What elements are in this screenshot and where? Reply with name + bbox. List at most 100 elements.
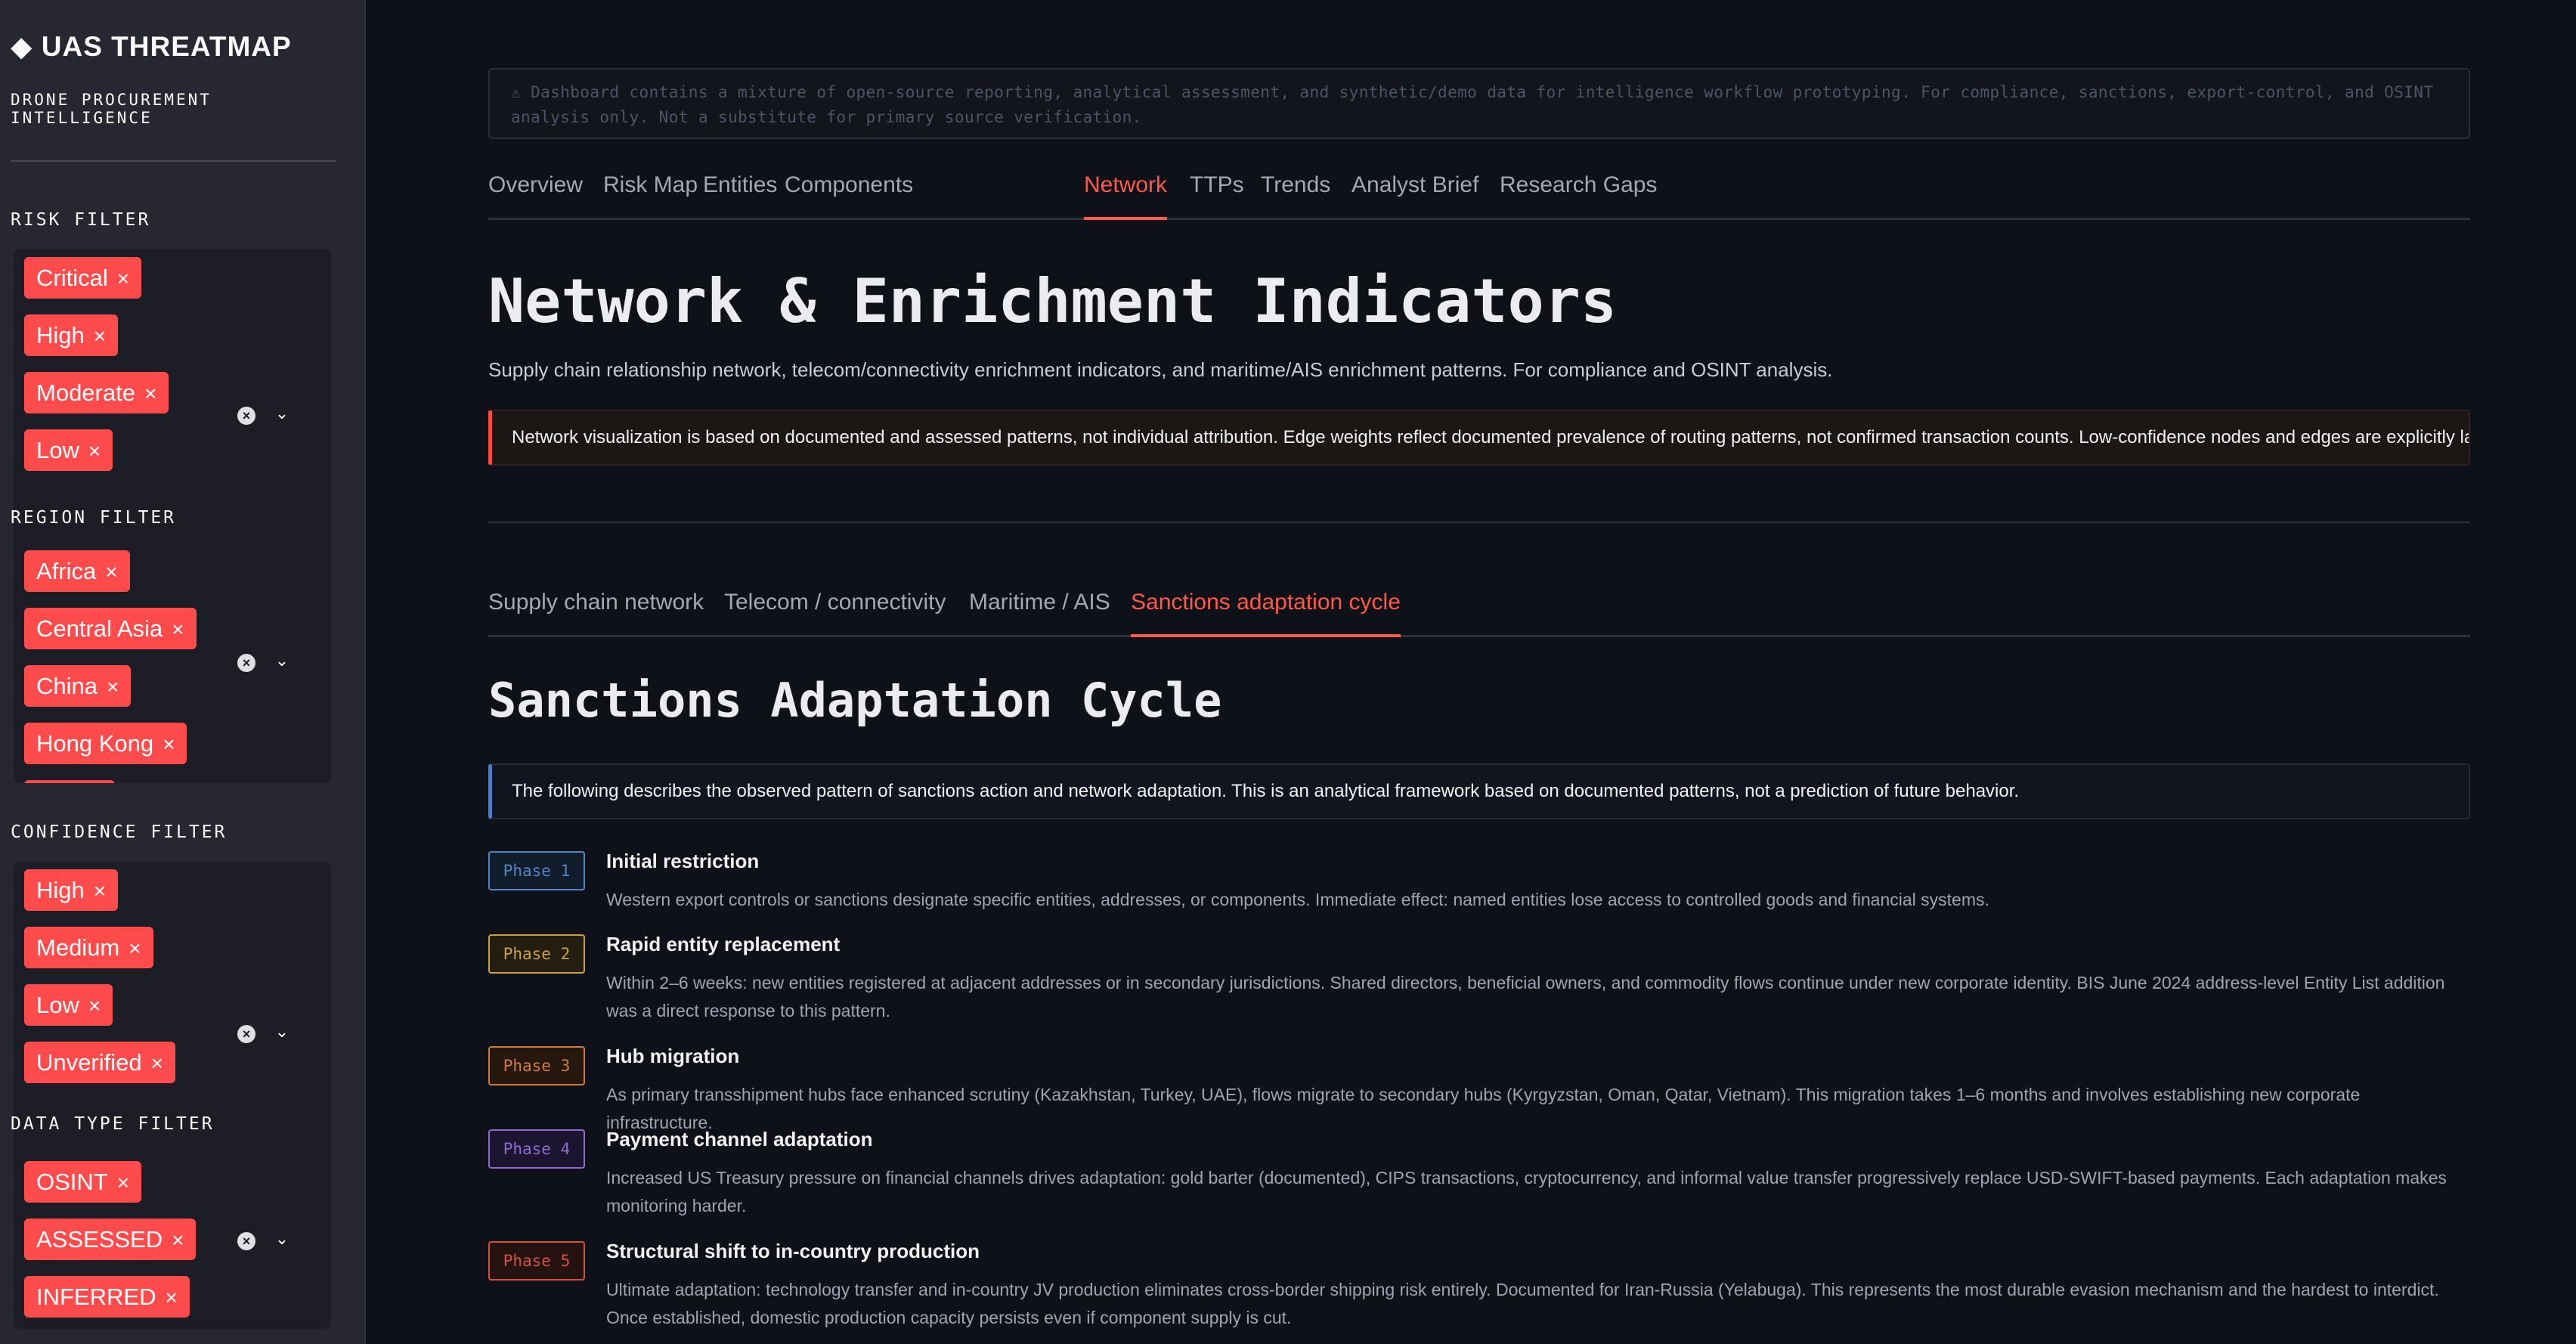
remove-tag-icon[interactable]: ×: [144, 382, 156, 405]
app-subtitle: DRONE PROCUREMENT INTELLIGENCE: [11, 91, 212, 127]
sidebar-divider: [11, 160, 336, 162]
remove-tag-icon[interactable]: ×: [94, 879, 106, 903]
filter-tag-label: Critical: [36, 265, 108, 291]
attribution-warning: Network visualization is based on docume…: [488, 410, 2470, 466]
main-tabs: Overview Risk Map Entities Components Networ…: [488, 168, 2470, 220]
filter-tag[interactable]: Unverified ×: [24, 1042, 175, 1083]
remove-tag-icon[interactable]: ×: [117, 267, 129, 290]
page-description: Supply chain relationship network, telec…: [488, 358, 1833, 381]
tab-components[interactable]: Components: [785, 168, 913, 218]
subtab-maritime-ais[interactable]: Maritime / AIS: [969, 585, 1110, 635]
tab-research-gaps[interactable]: Research Gaps: [1500, 168, 1657, 218]
filter-tag[interactable]: Central Asia ×: [24, 608, 197, 649]
filter-label: REGION FILTER: [11, 508, 177, 528]
app-title: ◆ UAS THREATMAP: [11, 30, 292, 63]
filter-tag-label: Medium: [36, 934, 120, 961]
phase-badge: Phase 2: [488, 934, 585, 974]
subtab-supply-chain-network[interactable]: Supply chain network: [488, 585, 704, 635]
filter-tag[interactable]: Critical ×: [24, 257, 142, 299]
framework-info: The following describes the observed pat…: [488, 763, 2470, 819]
filter-label: CONFIDENCE FILTER: [11, 822, 228, 842]
remove-tag-icon[interactable]: ×: [128, 937, 141, 960]
chevron-down-icon[interactable]: ⌄: [272, 651, 292, 670]
disclaimer-banner: ⚠ Dashboard contains a mixture of open-s…: [488, 68, 2470, 139]
phase-badge: Phase 5: [488, 1241, 585, 1281]
filter-tag-label: Low: [36, 437, 79, 463]
phase-description: Western export controls or sanctions des…: [606, 890, 1989, 909]
remove-tag-icon[interactable]: ×: [94, 324, 106, 348]
filter-tag[interactable]: Low ×: [24, 429, 113, 471]
app-title-text: UAS THREATMAP: [41, 31, 292, 62]
clear-all-icon[interactable]: ×: [237, 1232, 255, 1250]
filter-tag-label: China: [36, 673, 98, 699]
page-title: Network & Enrichment Indicators: [488, 266, 1618, 336]
filter-tag-label: OSINT: [36, 1169, 108, 1195]
remove-tag-icon[interactable]: ×: [163, 732, 175, 756]
remove-tag-icon[interactable]: ×: [117, 1171, 129, 1194]
filter-tag-label: Moderate: [36, 379, 135, 406]
filter-tag-label: High: [36, 877, 85, 903]
filter-tag-label: ASSESSED: [36, 1226, 163, 1253]
phase-description: As primary transshipment hubs face enhan…: [606, 1085, 2361, 1132]
remove-tag-icon[interactable]: ×: [88, 994, 101, 1017]
filter-tag-label: Unverified: [36, 1049, 142, 1076]
filter-tag[interactable]: INFERRED ×: [24, 1276, 190, 1318]
filter-tag-label: Hong Kong: [36, 730, 154, 757]
tab-trends[interactable]: Trends: [1261, 168, 1330, 218]
filter-tag[interactable]: [24, 780, 115, 783]
remove-tag-icon[interactable]: ×: [172, 618, 184, 641]
clear-all-icon[interactable]: ×: [237, 407, 255, 425]
tab-entities[interactable]: Entities: [703, 168, 777, 218]
phase-description: Ultimate adaptation: technology transfer…: [606, 1280, 2439, 1327]
phase-description: Within 2–6 weeks: new entities registere…: [606, 973, 2445, 1020]
remove-tag-icon[interactable]: ×: [88, 439, 101, 463]
network-subtabs: Supply chain network Telecom / connectivi…: [488, 585, 2470, 637]
subtab-sanctions-adaptation-cycle[interactable]: Sanctions adaptation cycle: [1131, 585, 1401, 637]
phase-badge: Phase 4: [488, 1129, 585, 1169]
filter-tag-label: Low: [36, 992, 79, 1018]
section-divider: [488, 522, 2470, 523]
tab-ttps[interactable]: TTPs: [1190, 168, 1244, 218]
subtab-telecom-connectivity[interactable]: Telecom / connectivity: [724, 585, 946, 635]
chevron-down-icon[interactable]: ⌄: [272, 1229, 292, 1249]
tab-overview[interactable]: Overview: [488, 168, 583, 218]
tab-network[interactable]: Network: [1084, 168, 1168, 220]
filter-label: RISK FILTER: [11, 210, 151, 230]
filter-label: DATA TYPE FILTER: [11, 1114, 215, 1134]
remove-tag-icon[interactable]: ×: [105, 560, 117, 584]
filter-tag[interactable]: OSINT ×: [24, 1161, 142, 1203]
filter-tag[interactable]: Moderate ×: [24, 372, 169, 413]
filter-tag[interactable]: Africa ×: [24, 550, 130, 592]
phase-title: Rapid entity replacement: [606, 933, 841, 955]
filter-tag[interactable]: ASSESSED ×: [24, 1219, 197, 1260]
filter-tag[interactable]: Low ×: [24, 984, 113, 1026]
filter-multiselect[interactable]: Critical × High × Moderate × Low × × ⌄: [14, 249, 331, 582]
main-content: ⚠ Dashboard contains a mixture of open-s…: [366, 0, 2576, 1344]
phase-title: Structural shift to in-country productio…: [606, 1240, 980, 1262]
phase-title: Initial restriction: [606, 850, 760, 872]
tab-analyst-brief[interactable]: Analyst Brief: [1351, 168, 1478, 218]
phase-description: Increased US Treasury pressure on financ…: [606, 1168, 2447, 1215]
tab-risk-map[interactable]: Risk Map: [603, 168, 698, 218]
clear-all-icon[interactable]: ×: [237, 654, 255, 672]
remove-tag-icon[interactable]: ×: [172, 1228, 184, 1252]
filter-tag[interactable]: Hong Kong ×: [24, 723, 187, 764]
remove-tag-icon[interactable]: ×: [165, 1286, 177, 1309]
filter-tag-label: High: [36, 322, 85, 348]
filter-tag[interactable]: High ×: [24, 869, 119, 911]
filter-tag[interactable]: Medium ×: [24, 927, 153, 968]
chevron-down-icon[interactable]: ⌄: [272, 404, 292, 423]
clear-all-icon[interactable]: ×: [237, 1025, 255, 1043]
remove-tag-icon[interactable]: ×: [107, 675, 119, 698]
diamond-icon: ◆: [11, 31, 33, 62]
chevron-down-icon[interactable]: ⌄: [272, 1022, 292, 1042]
remove-tag-icon[interactable]: ×: [151, 1051, 163, 1075]
filter-tag-label: Africa: [36, 558, 97, 584]
filter-multiselect[interactable]: OSINT × ASSESSED × INFERRED × × ⌄: [14, 1154, 331, 1329]
phase-badge: Phase 3: [488, 1046, 585, 1085]
filter-tag[interactable]: High ×: [24, 314, 119, 356]
phase-badge: Phase 1: [488, 851, 585, 890]
filter-tag-label: INFERRED: [36, 1284, 156, 1310]
filter-multiselect[interactable]: Africa × Central Asia × China × Hong Kong × × ⌄: [14, 543, 331, 783]
filter-tag[interactable]: China ×: [24, 665, 132, 707]
